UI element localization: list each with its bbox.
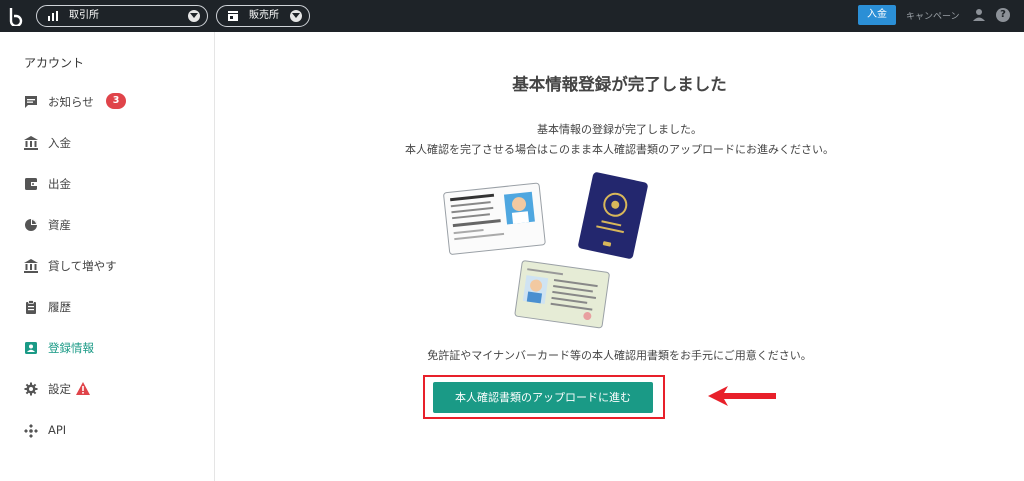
sidebar: アカウント お知らせ 3 入金 出金 資産 貸して増やす 履歴 登録情報 設定 … bbox=[0, 32, 215, 481]
chevron-down-icon bbox=[290, 10, 302, 22]
deposit-button[interactable]: 入金 bbox=[858, 5, 896, 25]
notification-badge: 3 bbox=[106, 93, 126, 109]
sidebar-item-settings[interactable]: 設定 bbox=[24, 379, 204, 399]
sidebar-item-label: お知らせ bbox=[48, 95, 94, 109]
exchange-label: 取引所 bbox=[69, 10, 99, 21]
help-icon[interactable]: ? bbox=[996, 8, 1010, 22]
chat-icon bbox=[25, 96, 37, 108]
sidebar-item-label: 設定 bbox=[48, 382, 71, 396]
sidebar-item-withdraw[interactable]: 出金 bbox=[24, 174, 204, 194]
bank-icon bbox=[24, 136, 38, 150]
chevron-down-icon bbox=[188, 10, 200, 22]
warning-icon bbox=[76, 382, 90, 395]
wallet-icon bbox=[25, 178, 37, 190]
api-icon bbox=[24, 424, 38, 438]
sidebar-item-lending[interactable]: 貸して増やす bbox=[24, 256, 204, 276]
store-icon bbox=[228, 11, 238, 21]
next-step-message: 本人確認を完了させる場合はこのまま本人確認書類のアップロードにお進みください。 bbox=[405, 143, 834, 156]
sidebar-item-registration-info[interactable]: 登録情報 bbox=[24, 338, 204, 358]
sidebar-item-label: 登録情報 bbox=[48, 341, 94, 355]
sidebar-item-api[interactable]: API bbox=[24, 421, 204, 441]
sidebar-item-notices[interactable]: お知らせ 3 bbox=[24, 92, 204, 112]
page-title: 基本情報登録が完了しました bbox=[512, 75, 727, 94]
completion-message: 基本情報の登録が完了しました。 bbox=[537, 123, 702, 136]
sidebar-item-label: 入金 bbox=[48, 136, 71, 150]
sidebar-item-assets[interactable]: 資産 bbox=[24, 215, 204, 235]
passport-image bbox=[578, 172, 648, 259]
sidebar-item-label: API bbox=[48, 423, 67, 437]
bitbank-logo-icon[interactable] bbox=[6, 6, 26, 26]
drivers-license-image bbox=[443, 182, 546, 255]
red-arrow-icon bbox=[708, 386, 776, 406]
exchange-selector[interactable]: 取引所 bbox=[36, 5, 208, 27]
bank-icon bbox=[24, 259, 38, 273]
top-bar: 取引所 販売所 入金 キャンペーン ? bbox=[0, 0, 1024, 32]
shop-selector[interactable]: 販売所 bbox=[216, 5, 310, 27]
clipboard-icon bbox=[26, 300, 36, 314]
sidebar-item-label: 出金 bbox=[48, 177, 71, 191]
campaign-link[interactable]: キャンペーン bbox=[906, 9, 960, 22]
id-documents-illustration bbox=[443, 172, 648, 329]
sidebar-item-label: 履歴 bbox=[48, 300, 71, 314]
documents-note: 免許証やマイナンバーカード等の本人確認用書類をお手元にご用意ください。 bbox=[427, 349, 812, 362]
shop-label: 販売所 bbox=[249, 10, 279, 21]
gear-icon bbox=[24, 382, 38, 396]
my-number-card-image bbox=[514, 260, 610, 329]
sidebar-item-label: 資産 bbox=[48, 218, 71, 232]
sidebar-title: アカウント bbox=[24, 56, 85, 70]
user-icon[interactable] bbox=[972, 8, 986, 22]
sidebar-item-deposit[interactable]: 入金 bbox=[24, 133, 204, 153]
pie-chart-icon bbox=[25, 219, 37, 231]
bar-chart-icon bbox=[48, 11, 58, 21]
id-card-icon bbox=[25, 342, 37, 354]
sidebar-item-history[interactable]: 履歴 bbox=[24, 297, 204, 317]
proceed-to-upload-button[interactable]: 本人確認書類のアップロードに進む bbox=[433, 382, 653, 413]
sidebar-item-label: 貸して増やす bbox=[48, 259, 117, 273]
